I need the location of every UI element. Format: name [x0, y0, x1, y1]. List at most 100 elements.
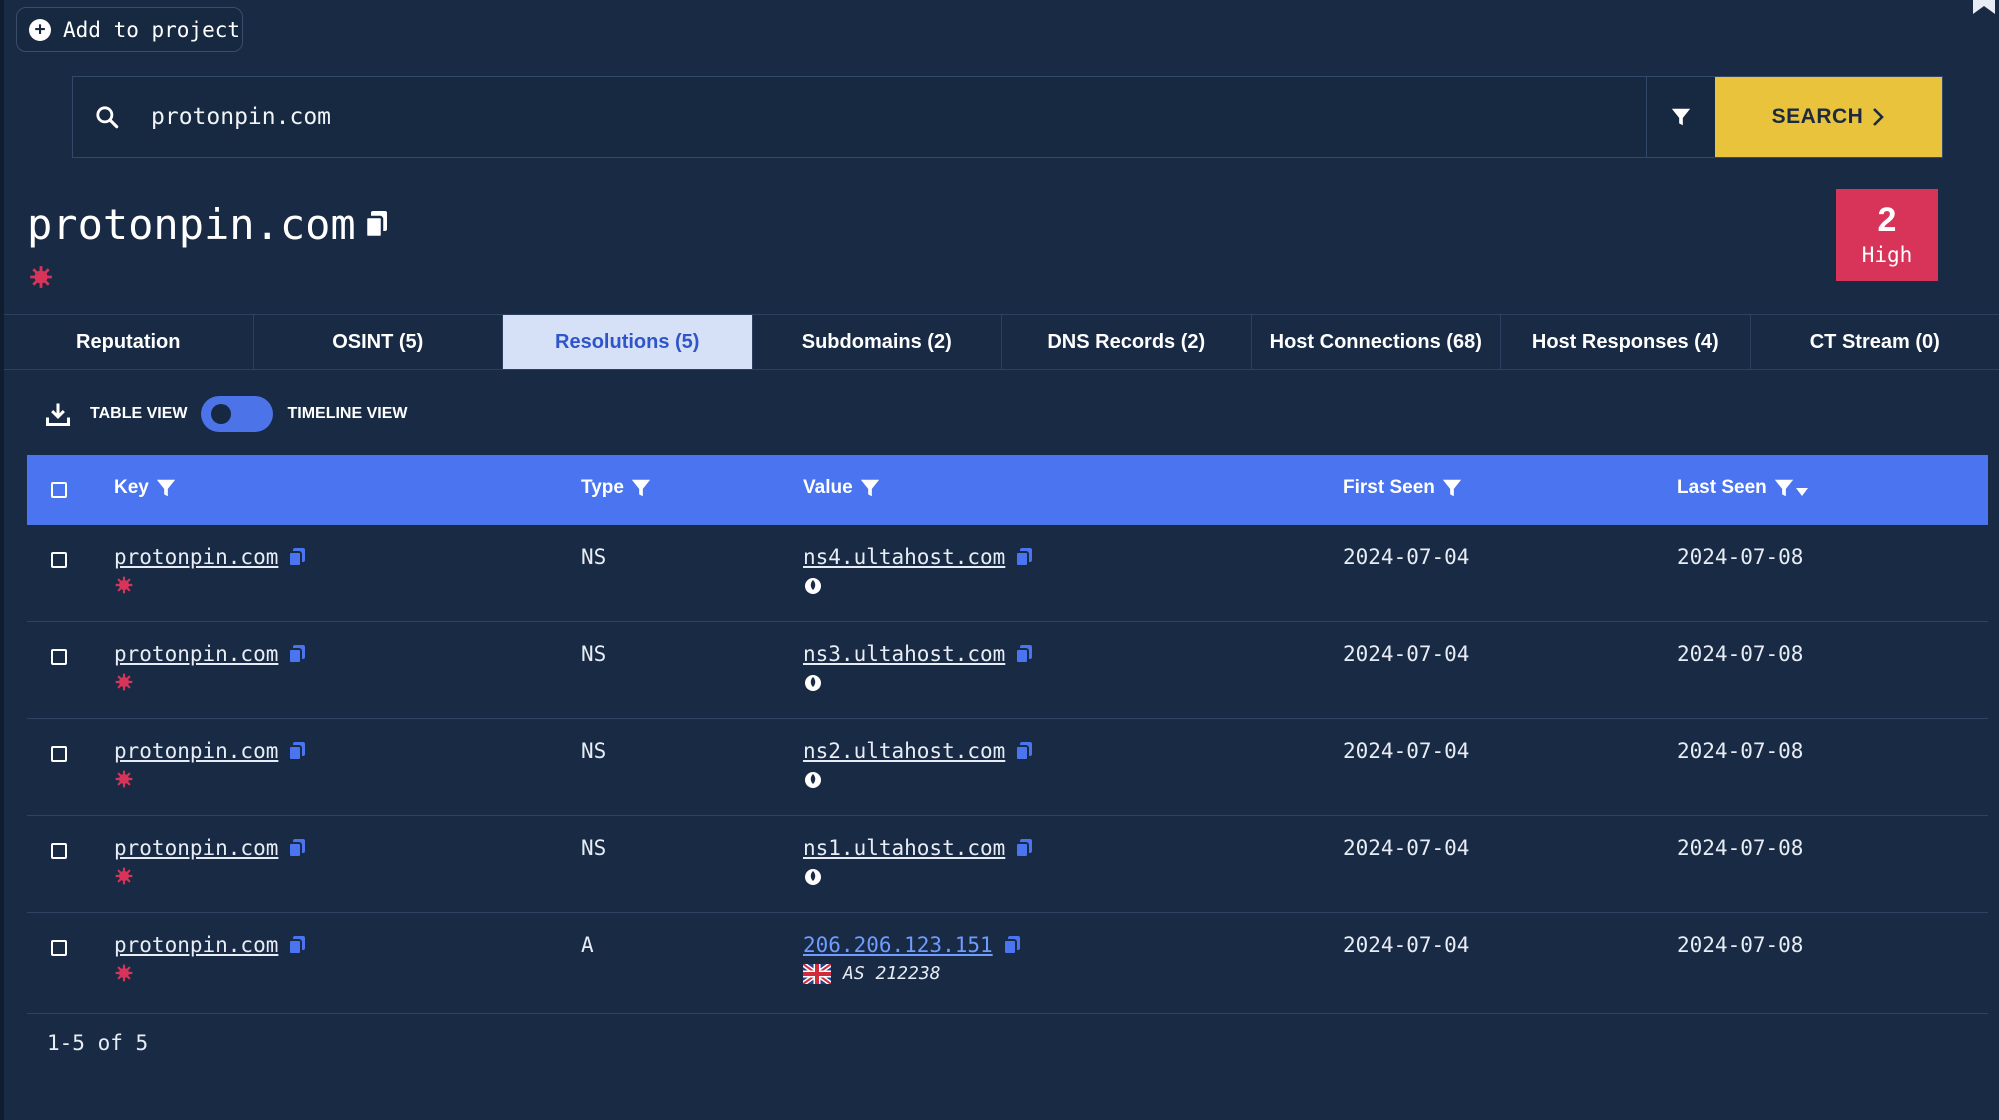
toggle-knob: [211, 404, 232, 424]
search-button[interactable]: SEARCH: [1715, 77, 1942, 157]
sort-down-icon[interactable]: [1795, 487, 1809, 497]
tab-host-responses[interactable]: Host Responses (4): [1501, 315, 1751, 369]
key-link[interactable]: protonpin.com: [114, 933, 278, 957]
row-checkbox[interactable]: [51, 552, 67, 568]
add-to-project-button[interactable]: + Add to project: [16, 7, 243, 52]
table-row: protonpin.com NS ns2.ultahost.com 2024-0…: [27, 719, 1988, 816]
table-row: protonpin.com A 206.206.123.151 AS 21223…: [27, 913, 1988, 1014]
uk-flag-icon: [803, 963, 831, 984]
first-seen-cell: 2024-07-04: [1343, 739, 1470, 763]
key-cell: protonpin.com: [114, 642, 306, 696]
tab-dns-records[interactable]: DNS Records (2): [1002, 315, 1252, 369]
copy-icon[interactable]: [1015, 741, 1033, 762]
copy-icon[interactable]: [1015, 644, 1033, 665]
type-cell: NS: [581, 836, 607, 860]
chevron-right-icon: [1873, 108, 1885, 126]
search-input[interactable]: [141, 77, 1646, 157]
view-toggle-switch[interactable]: [201, 396, 274, 432]
tab-reputation[interactable]: Reputation: [4, 315, 254, 369]
filter-icon[interactable]: [859, 477, 881, 499]
search-bar: SEARCH: [72, 76, 1943, 158]
tab-ct-stream[interactable]: CT Stream (0): [1751, 315, 1999, 369]
search-button-label: SEARCH: [1771, 105, 1864, 128]
filter-button[interactable]: [1646, 77, 1715, 157]
key-link[interactable]: protonpin.com: [114, 739, 278, 763]
value-cell: ns1.ultahost.com: [803, 836, 1033, 890]
tab-osint[interactable]: OSINT (5): [254, 315, 503, 369]
tab-resolutions[interactable]: Resolutions (5): [503, 315, 753, 369]
first-seen-cell: 2024-07-04: [1343, 545, 1470, 569]
key-cell: protonpin.com: [114, 739, 306, 793]
row-checkbox[interactable]: [51, 843, 67, 859]
key-cell: protonpin.com: [114, 545, 306, 599]
timeline-view-label: TIMELINE VIEW: [287, 405, 408, 422]
col-type[interactable]: Type: [581, 477, 652, 499]
bookmark-icon[interactable]: [1971, 0, 1997, 14]
risk-score-badge: 2 High: [1836, 189, 1938, 281]
last-seen-cell: 2024-07-08: [1677, 933, 1804, 957]
copy-icon[interactable]: [288, 741, 306, 762]
ip-link[interactable]: 206.206.123.151: [803, 933, 993, 957]
search-icon: [73, 77, 141, 157]
table-row: protonpin.com NS ns1.ultahost.com 2024-0…: [27, 816, 1988, 913]
key-cell: protonpin.com: [114, 933, 306, 987]
table-header: Key Type Value First Seen Last Seen: [27, 455, 1988, 525]
col-first-seen[interactable]: First Seen: [1343, 477, 1463, 499]
table-view-label: TABLE VIEW: [90, 405, 188, 422]
malicious-icon: [115, 576, 133, 594]
key-link[interactable]: protonpin.com: [114, 836, 278, 860]
value-link[interactable]: ns1.ultahost.com: [803, 836, 1005, 860]
last-seen-cell: 2024-07-08: [1677, 642, 1804, 666]
malicious-icon: [115, 867, 133, 885]
page-title-text: protonpin.com: [27, 200, 356, 249]
row-checkbox[interactable]: [51, 746, 67, 762]
table-row: protonpin.com NS ns4.ultahost.com 2024-0…: [27, 525, 1988, 622]
key-link[interactable]: protonpin.com: [114, 545, 278, 569]
filter-icon[interactable]: [1773, 477, 1795, 499]
value-link[interactable]: ns4.ultahost.com: [803, 545, 1005, 569]
copy-icon[interactable]: [1015, 838, 1033, 859]
copy-icon[interactable]: [364, 210, 390, 240]
copy-icon[interactable]: [1015, 547, 1033, 568]
filter-icon[interactable]: [1441, 477, 1463, 499]
copy-icon[interactable]: [288, 644, 306, 665]
row-checkbox[interactable]: [51, 649, 67, 665]
malicious-icon: [115, 964, 133, 982]
pagination-info: 1-5 of 5: [47, 1031, 149, 1055]
filter-icon[interactable]: [155, 477, 177, 499]
left-edge: [0, 0, 4, 1120]
key-link[interactable]: protonpin.com: [114, 642, 278, 666]
key-cell: protonpin.com: [114, 836, 306, 890]
value-link[interactable]: ns2.ultahost.com: [803, 739, 1005, 763]
filter-icon[interactable]: [630, 477, 652, 499]
tab-subdomains[interactable]: Subdomains (2): [753, 315, 1002, 369]
col-key[interactable]: Key: [114, 477, 177, 499]
risk-label: High: [1861, 243, 1913, 267]
dns-server-icon: [805, 675, 821, 691]
dns-server-icon: [805, 869, 821, 885]
copy-icon[interactable]: [288, 838, 306, 859]
type-cell: NS: [581, 739, 607, 763]
row-checkbox[interactable]: [51, 940, 67, 956]
value-cell: ns2.ultahost.com: [803, 739, 1033, 793]
malicious-icon: [115, 770, 133, 788]
table-row: protonpin.com NS ns3.ultahost.com 2024-0…: [27, 622, 1988, 719]
col-value[interactable]: Value: [803, 477, 881, 499]
first-seen-cell: 2024-07-04: [1343, 642, 1470, 666]
asn-label: AS 212238: [843, 963, 941, 984]
download-icon[interactable]: [44, 400, 72, 428]
value-link[interactable]: ns3.ultahost.com: [803, 642, 1005, 666]
copy-icon[interactable]: [1002, 935, 1021, 956]
value-cell: ns4.ultahost.com: [803, 545, 1033, 599]
type-cell: A: [581, 933, 594, 957]
filter-icon: [1671, 108, 1691, 126]
col-last-seen[interactable]: Last Seen: [1677, 477, 1809, 499]
tab-bar: Reputation OSINT (5) Resolutions (5) Sub…: [4, 314, 1999, 370]
copy-icon[interactable]: [288, 935, 306, 956]
copy-icon[interactable]: [288, 547, 306, 568]
malicious-icon: [115, 673, 133, 691]
page-title: protonpin.com: [27, 200, 390, 249]
first-seen-cell: 2024-07-04: [1343, 836, 1470, 860]
tab-host-connections[interactable]: Host Connections (68): [1252, 315, 1501, 369]
select-all-checkbox[interactable]: [51, 482, 67, 498]
